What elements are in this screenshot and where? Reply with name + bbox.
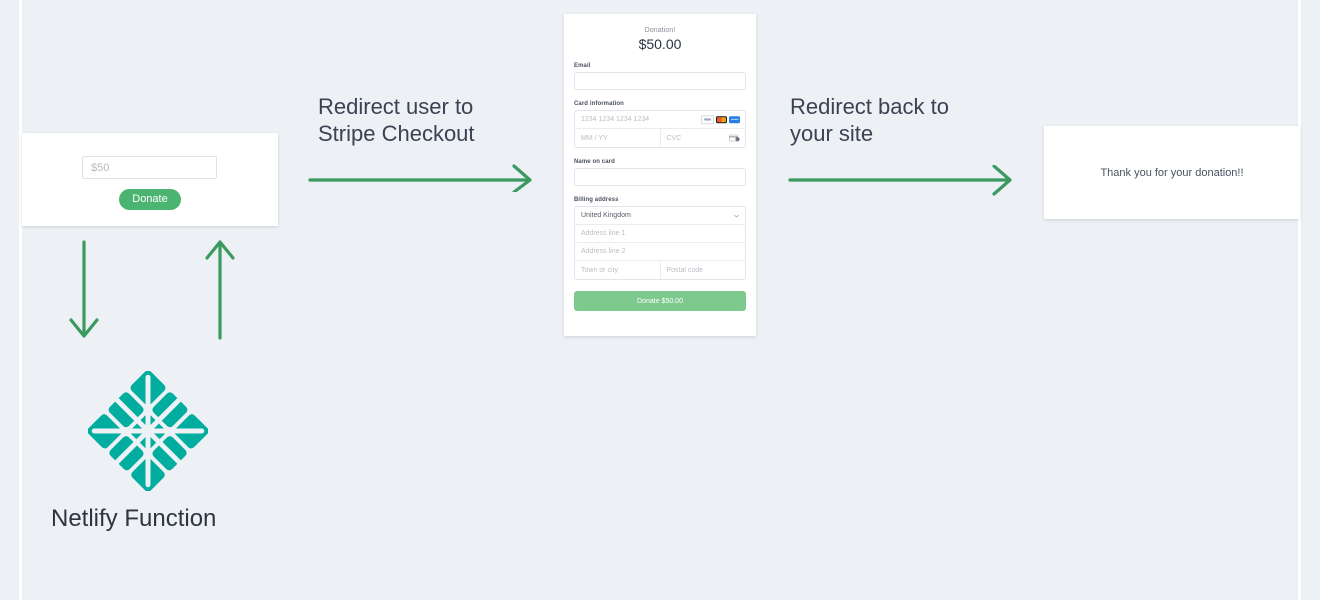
card-expiry-cvc-row[interactable]: MM / YY CVC bbox=[575, 129, 745, 147]
thankyou-message: Thank you for your donation!! bbox=[1100, 166, 1244, 179]
stripe-checkout-card: Donation! $50.00 Email Card information … bbox=[564, 14, 756, 336]
stripe-donate-submit-button[interactable]: Donate $50.00 bbox=[574, 291, 746, 311]
country-select-row[interactable]: United Kingdom bbox=[575, 207, 745, 225]
donate-widget-card: Donate bbox=[22, 133, 278, 226]
card-number-row[interactable]: 1234 1234 1234 1234 bbox=[575, 111, 745, 129]
frame-rule-left bbox=[19, 0, 22, 600]
address-line-2-field[interactable]: Address line 2 bbox=[575, 243, 745, 260]
netlify-function-label: Netlify Function bbox=[51, 505, 217, 532]
postal-code-field[interactable]: Postal code bbox=[659, 261, 746, 279]
name-on-card-field[interactable] bbox=[574, 168, 746, 186]
mastercard-icon bbox=[716, 115, 727, 124]
amex-icon bbox=[729, 115, 740, 124]
arrow-right-icon-to-stripe bbox=[308, 164, 532, 192]
thankyou-page-card: Thank you for your donation!! bbox=[1044, 126, 1300, 219]
donate-button[interactable]: Donate bbox=[119, 189, 181, 210]
frame-rule-right bbox=[1298, 0, 1301, 600]
email-field[interactable] bbox=[574, 72, 746, 90]
card-information-label: Card information bbox=[574, 101, 624, 107]
address-line-1-row[interactable]: Address line 1 bbox=[575, 225, 745, 243]
address-line-1-field[interactable]: Address line 1 bbox=[575, 225, 745, 242]
flow-label-redirect-back: Redirect back to your site bbox=[790, 94, 949, 146]
city-postal-row[interactable]: Town or city Postal code bbox=[575, 261, 745, 279]
stripe-heading: Donation! bbox=[644, 27, 676, 34]
netlify-logo-icon bbox=[88, 371, 208, 491]
diagram-canvas: Donate Donation! $50.00 Email Card infor… bbox=[0, 0, 1320, 600]
billing-address-label: Billing address bbox=[574, 197, 619, 203]
chevron-down-icon bbox=[734, 214, 739, 217]
country-select-value[interactable]: United Kingdom bbox=[575, 207, 745, 224]
billing-address-group: United Kingdom Address line 1 Address li… bbox=[574, 206, 746, 280]
card-cvc-icon bbox=[729, 134, 740, 142]
address-line-2-row[interactable]: Address line 2 bbox=[575, 243, 745, 261]
arrow-up-icon bbox=[205, 240, 235, 340]
email-label: Email bbox=[574, 63, 591, 69]
card-information-group: 1234 1234 1234 1234 MM / YY CVC bbox=[574, 110, 746, 148]
name-on-card-label: Name on card bbox=[574, 159, 615, 165]
visa-icon bbox=[701, 114, 714, 125]
flow-label-redirect-to-stripe: Redirect user to Stripe Checkout bbox=[318, 94, 475, 146]
stripe-amount: $50.00 bbox=[638, 36, 682, 52]
card-expiry-field[interactable]: MM / YY bbox=[575, 129, 660, 147]
town-or-city-field[interactable]: Town or city bbox=[575, 261, 660, 279]
arrow-right-icon-to-site bbox=[788, 165, 1012, 196]
card-brand-icons bbox=[701, 114, 740, 125]
donation-amount-input[interactable] bbox=[82, 156, 217, 179]
arrow-down-icon bbox=[69, 240, 99, 338]
